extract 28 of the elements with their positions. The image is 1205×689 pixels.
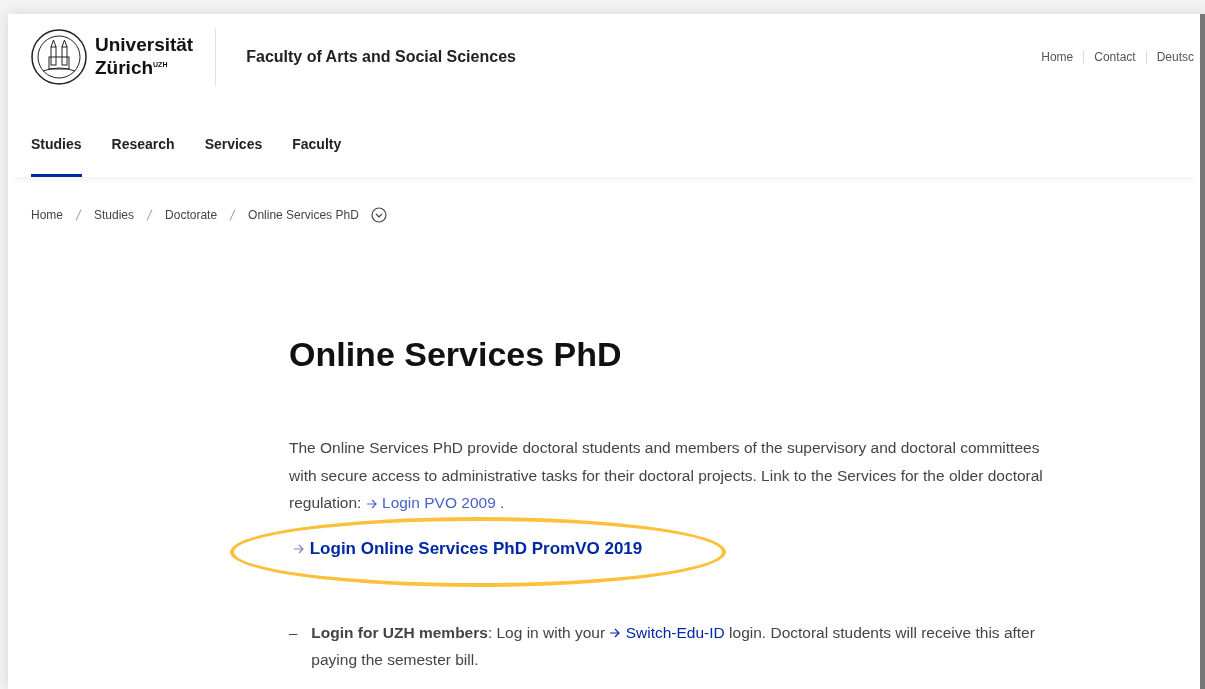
- switch-edu-id-link[interactable]: Switch-Edu-ID: [609, 623, 725, 641]
- login-pvo-link[interactable]: Login PVO 2009: [365, 494, 496, 511]
- chevron-down-icon[interactable]: [370, 207, 387, 223]
- nav-tab[interactable]: Faculty: [292, 136, 342, 177]
- arrow-icon: [609, 628, 622, 639]
- nav-tab[interactable]: Studies: [31, 136, 82, 177]
- breadcrumb-item[interactable]: Online Services PhD: [248, 208, 359, 222]
- arrow-icon: [293, 544, 305, 554]
- slash-separator-icon: [146, 209, 154, 221]
- breadcrumb-item[interactable]: Doctorate: [165, 208, 218, 222]
- university-logo-text: Universität Zürich$^{UZH}$: [95, 35, 194, 79]
- login-promvo-link[interactable]: Login Online Services PhD PromVO 2019: [293, 538, 643, 559]
- faculty-name[interactable]: Faculty of Arts and Social Sciences: [246, 48, 516, 66]
- list-marker: –: [289, 622, 298, 643]
- breadcrumb-item[interactable]: Studies: [94, 208, 135, 222]
- slash-separator-icon: [75, 209, 82, 221]
- breadcrumb-item[interactable]: Home: [31, 208, 63, 222]
- list-item-text: Login for UZH members: Log in with your Switch-Edu-ID login. Doctoral students will receive this after paying the semester bill.: [311, 622, 1036, 670]
- page-title: Online Services PhD: [289, 335, 623, 374]
- top-link[interactable]: Deutsc: [1156, 50, 1194, 64]
- nav-tab[interactable]: Services: [204, 136, 263, 177]
- seal-icon: [31, 29, 87, 85]
- top-link[interactable]: Contact: [1094, 50, 1136, 64]
- slash-separator-icon: [229, 209, 237, 221]
- arrow-icon: [365, 498, 378, 509]
- intro-paragraph: The Online Services PhD provide doctoral students and members of the supervisory and doctoral committees with secure access to administrative tasks for their doctoral projects. Link to the Services for the older doctoral regulation: Login PVO 2009 .: [289, 438, 1044, 513]
- top-link[interactable]: Home: [1041, 50, 1074, 64]
- nav-tab[interactable]: Research: [111, 136, 175, 177]
